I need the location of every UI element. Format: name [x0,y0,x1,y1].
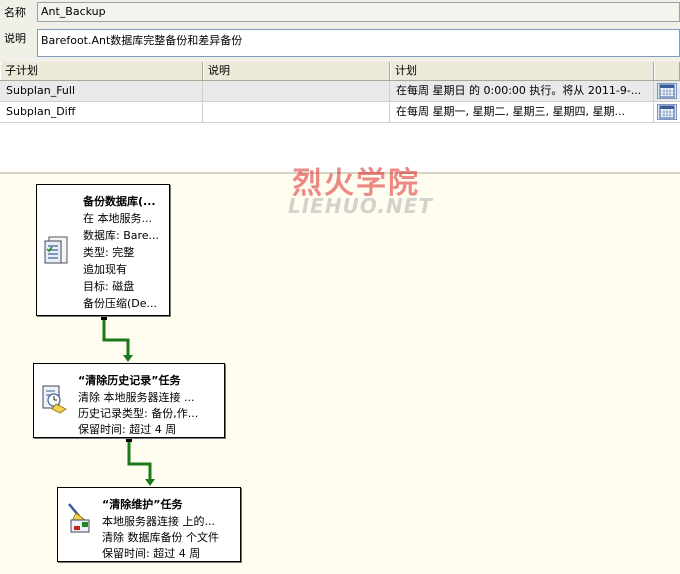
task-title: “清除历史记录”任务 [78,374,181,387]
maintenance-cleanup-icon [68,503,90,533]
subplan-schedule-cell[interactable]: 在每周 星期日 的 0:00:00 执行。将从 2011-9-... [390,81,654,101]
task-detail-line: 目标: 磁盘 [83,280,135,293]
subplan-description-cell[interactable] [203,102,390,122]
task-detail-line: 数据库: Bare... [83,229,160,242]
task-detail-line: 历史记录类型: 备份,作... [78,407,199,420]
task-detail-line: 追加现有 [83,263,127,276]
subplan-name-cell[interactable]: Subplan_Diff [0,102,203,122]
schedule-button[interactable] [657,83,677,99]
task-detail-line: 备份压缩(De... [83,297,158,310]
task-detail-line: 类型: 完整 [83,246,135,259]
column-header-description[interactable]: 说明 [203,62,390,80]
properties-panel: 名称 Ant_Backup 说明 Barefoot.Ant数据库完整备份和差异备… [0,0,680,172]
task-detail-line: 清除 数据库备份 个文件 [102,531,219,544]
history-cleanup-icon [42,385,67,414]
design-canvas[interactable]: 备份数据库(... 在 本地服务... 数据库: Bare... 类型: 完整 … [0,172,680,574]
backup-database-task[interactable]: 备份数据库(... 在 本地服务... 数据库: Bare... 类型: 完整 … [36,184,170,316]
subplan-row[interactable]: Subplan_Diff 在每周 星期一, 星期二, 星期三, 星期四, 星期.… [0,102,680,123]
history-cleanup-task[interactable]: “清除历史记录”任务 清除 本地服务器连接 ... 历史记录类型: 备份,作..… [33,363,225,438]
calendar-icon [659,105,675,119]
subplan-schedule-cell[interactable]: 在每周 星期一, 星期二, 星期三, 星期四, 星期... [390,102,654,122]
column-header-blank [654,62,680,80]
description-label: 说明 [4,32,26,45]
task-detail-line: 保留时间: 超过 4 周 [78,423,177,436]
task-title: “清除维护”任务 [102,498,183,511]
task-detail-line: 保留时间: 超过 4 周 [102,547,201,560]
subplan-grid: 子计划 说明 计划 Subplan_Full 在每周 星期日 的 0:00:00… [0,62,680,172]
column-header-subplan[interactable]: 子计划 [0,62,203,80]
description-field[interactable]: Barefoot.Ant数据库完整备份和差异备份 [37,29,680,57]
maintenance-cleanup-task[interactable]: “清除维护”任务 本地服务器连接 上的... 清除 数据库备份 个文件 保留时间… [57,487,241,562]
task-detail-line: 在 本地服务... [83,212,152,225]
task-detail-line: 本地服务器连接 上的... [102,515,215,528]
subplan-description-cell[interactable] [203,81,390,101]
subplan-name-cell[interactable]: Subplan_Full [0,81,203,101]
task-detail-line: 清除 本地服务器连接 ... [78,391,195,404]
grid-header: 子计划 说明 计划 [0,62,680,81]
task-title: 备份数据库(... [83,195,156,208]
database-backup-icon [44,236,68,264]
connector-backup-to-history[interactable] [101,315,133,362]
schedule-button[interactable] [657,104,677,120]
connector-history-to-cleanup[interactable] [126,437,155,486]
name-field[interactable]: Ant_Backup [37,2,680,22]
column-header-schedule[interactable]: 计划 [390,62,654,80]
subplan-row[interactable]: Subplan_Full 在每周 星期日 的 0:00:00 执行。将从 201… [0,81,680,102]
name-label: 名称 [4,6,26,19]
calendar-icon [659,84,675,98]
